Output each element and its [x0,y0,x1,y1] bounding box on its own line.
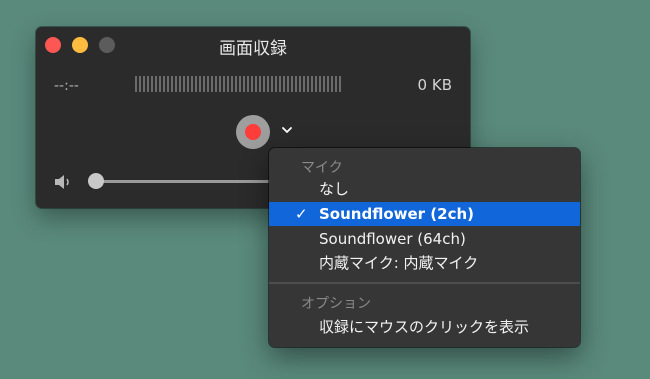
volume-slider-track[interactable] [96,180,270,183]
menu-item-label: 内蔵マイク: 内蔵マイク [319,254,479,272]
menu-item-internal-mic[interactable]: 内蔵マイク: 内蔵マイク [269,251,580,275]
menu-item-label: Soundflower (2ch) [319,205,474,223]
audio-level-meter [135,76,343,92]
menu-item-label: 収録にマウスのクリックを表示 [319,318,530,336]
menu-divider [269,282,580,284]
window-title: 画面収録 [219,39,287,59]
checkmark-icon: ✓ [295,205,308,223]
elapsed-time: --:-- [54,78,79,94]
chevron-down-icon[interactable] [281,124,293,136]
menu-item-soundflower-2ch[interactable]: ✓ Soundflower (2ch) [269,202,580,226]
menu-item-none[interactable]: なし [269,177,580,201]
menu-item-show-mouse-clicks[interactable]: 収録にマウスのクリックを表示 [269,315,580,339]
options-header: オプション [301,296,371,312]
volume-slider-knob[interactable] [88,173,104,189]
menu-item-label: Soundflower (64ch) [319,230,466,248]
file-size: 0 KB [417,76,452,94]
menu-item-label: なし [319,180,350,198]
record-button[interactable] [236,115,270,149]
microphone-header: マイク [301,160,343,176]
speaker-icon [55,175,69,189]
options-menu: マイク なし ✓ Soundflower (2ch) Soundflower (… [269,148,580,347]
menu-item-soundflower-64ch[interactable]: Soundflower (64ch) [269,227,580,251]
record-dot-icon [245,124,261,140]
